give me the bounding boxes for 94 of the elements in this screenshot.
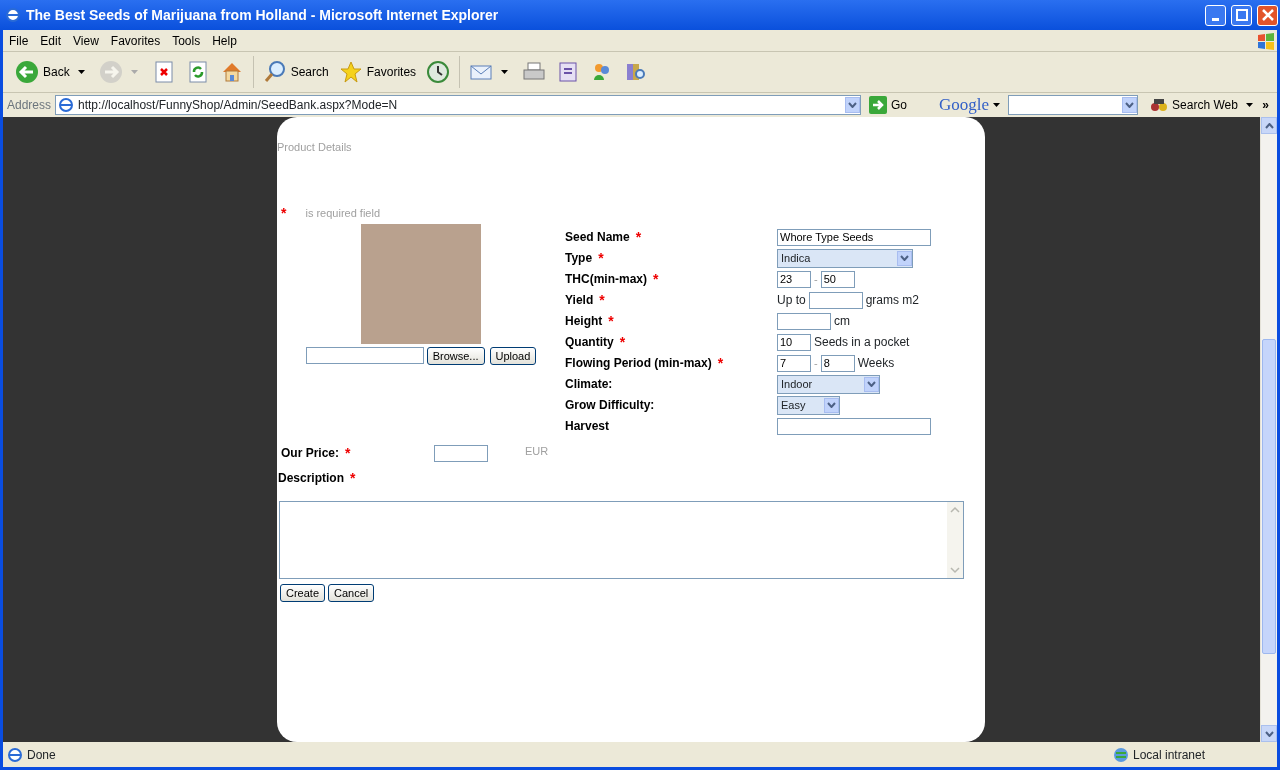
required-mark: * [281, 203, 287, 223]
input-field[interactable]: 50 [820, 270, 855, 288]
field-label: Grow Difficulty: [565, 397, 655, 414]
page-heading: Product Details [277, 140, 353, 155]
form-button[interactable]: Create [280, 583, 326, 602]
required-mark: * [635, 227, 642, 247]
required-mark: * [619, 332, 626, 352]
field-label: Yield [565, 292, 594, 309]
form-button[interactable]: Cancel [328, 583, 375, 602]
binoculars-icon [1150, 97, 1169, 113]
range-separator: - [814, 355, 818, 371]
input-field[interactable]: 23 [777, 270, 811, 288]
unit-label: Up to [777, 292, 806, 309]
field-label: Harvest [565, 418, 610, 435]
required-mark: * [653, 269, 659, 289]
maximize-icon [1235, 9, 1248, 21]
input-field[interactable]: 10 [777, 333, 811, 351]
browse-button[interactable]: Browse... [426, 346, 485, 365]
dropdown[interactable]: Easy [777, 395, 840, 415]
caret-icon [77, 70, 85, 74]
caret-icon [130, 70, 138, 74]
more-button[interactable]: » [1258, 94, 1273, 116]
page-icon [58, 97, 75, 113]
arrow-up-icon [1264, 122, 1274, 129]
search-field[interactable] [1008, 95, 1139, 115]
menu-item[interactable]: Favorites [104, 31, 167, 50]
field-label: Our Price: [281, 445, 340, 462]
required-mark: * [717, 353, 724, 373]
field-label: Flowing Period (min-max) [565, 355, 712, 372]
dropdown[interactable]: Indoor [777, 374, 880, 394]
caret-icon[interactable] [1245, 103, 1253, 107]
search-engine-menu[interactable]: Google [935, 90, 1005, 120]
input-field[interactable] [777, 312, 831, 330]
address-label: Address [7, 97, 52, 114]
dropdown[interactable]: Indica [777, 248, 913, 268]
field-label: Seed Name [565, 229, 630, 246]
star-icon [338, 60, 363, 84]
unit-label: Seeds in a pocket [814, 334, 910, 351]
status-text: Done [27, 746, 57, 764]
caret-icon [501, 70, 509, 74]
input-field[interactable] [808, 291, 863, 309]
required-mark: * [350, 468, 356, 488]
field-label: Description [278, 470, 344, 487]
field-label: Type [565, 250, 593, 267]
history-icon [426, 60, 451, 84]
zone-text: Local intranet [1133, 746, 1207, 764]
caret-icon [993, 103, 1001, 107]
arrow-right-icon [869, 96, 888, 114]
required-mark: * [608, 311, 614, 331]
required-mark: * [599, 290, 605, 310]
range-separator: - [814, 271, 818, 287]
minimize-button[interactable] [1205, 4, 1226, 26]
close-icon [1261, 9, 1274, 21]
close-button[interactable] [1257, 4, 1278, 26]
favorites-button[interactable]: Favorites [334, 58, 421, 86]
input-field[interactable] [434, 444, 488, 462]
browser-icon [5, 7, 21, 23]
windows-logo-icon [1255, 30, 1277, 51]
back-button[interactable]: Back [11, 58, 93, 86]
input-field[interactable]: Whore Type Seeds [777, 228, 931, 246]
unit-label: cm [834, 313, 850, 330]
input-field[interactable]: 8 [820, 354, 855, 372]
description-textarea[interactable] [279, 500, 964, 579]
menu-item[interactable]: Edit [34, 31, 68, 50]
page-icon [7, 746, 23, 763]
required-mark: * [345, 443, 351, 463]
menu-item[interactable]: File [3, 31, 35, 50]
field-label: Quantity [565, 334, 614, 351]
address-field[interactable]: http://localhost/FunnyShop/Admin/SeedBank.aspx?Mode=N [55, 95, 862, 115]
required-mark: * [598, 248, 604, 268]
menu-item[interactable]: View [67, 31, 105, 50]
search-web-button[interactable]: Search Web [1146, 94, 1242, 116]
arrow-down-icon [1264, 730, 1274, 737]
scrollbar[interactable] [1260, 117, 1277, 742]
window-title: The Best Seeds of Marijuana from Holland - Microsoft Internet Explorer [26, 5, 500, 25]
required-note: is required field [305, 205, 381, 221]
menu-item[interactable]: Tools [166, 31, 207, 50]
field-label: THC(min-max) [565, 271, 647, 288]
unit-label: grams m2 [865, 292, 920, 309]
unit-label: Weeks [857, 355, 895, 372]
globe-icon [1113, 746, 1129, 763]
input-field[interactable] [777, 417, 931, 435]
search-button[interactable]: Search [258, 58, 333, 86]
maximize-button[interactable] [1231, 4, 1252, 26]
menu-item[interactable]: Help [206, 31, 243, 50]
go-button[interactable]: Go [865, 94, 912, 116]
minimize-icon [1212, 18, 1219, 21]
file-path-field[interactable] [305, 347, 424, 364]
field-label: Climate: [565, 376, 613, 393]
upload-button[interactable]: Upload [489, 346, 537, 365]
currency-label: EUR [525, 443, 549, 459]
input-field[interactable]: 7 [777, 354, 811, 372]
field-label: Height [565, 313, 603, 330]
search-icon [262, 60, 287, 84]
